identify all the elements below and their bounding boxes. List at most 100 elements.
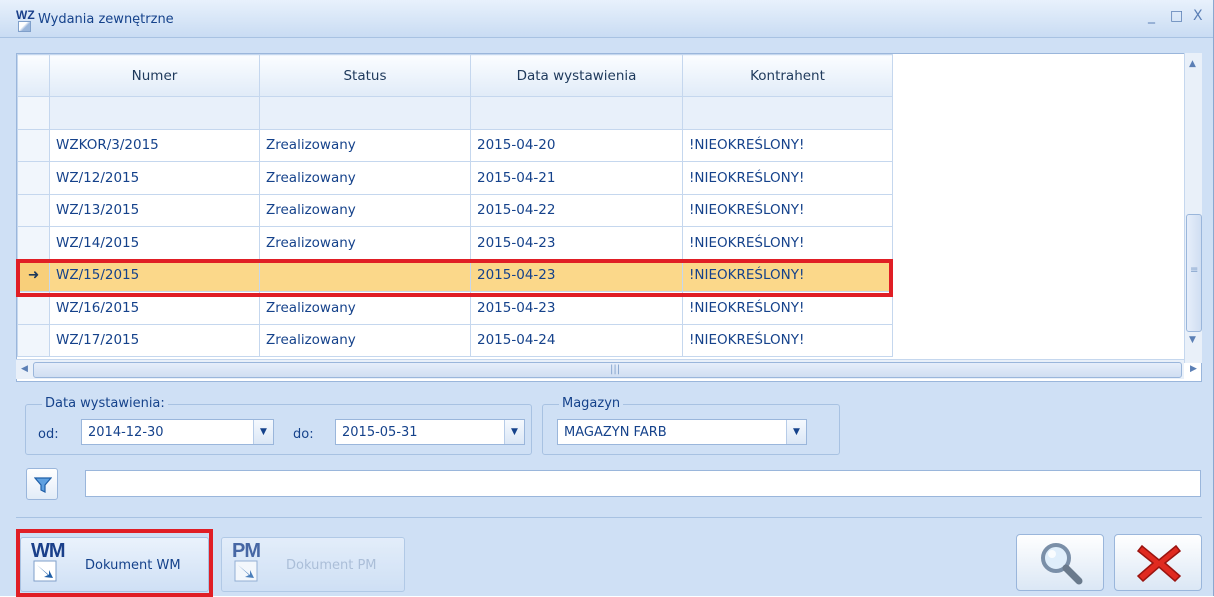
- chevron-down-icon[interactable]: ▼: [504, 420, 524, 444]
- cell-numer: WZKOR/3/2015: [49, 128, 260, 162]
- cell-data: 2015-04-24: [470, 323, 683, 357]
- vertical-scrollbar[interactable]: ▲ ≡ ▼: [1184, 53, 1202, 363]
- cell-numer: WZ/15/2015: [49, 258, 260, 292]
- funnel-icon: [34, 477, 52, 493]
- close-icon: [1136, 544, 1182, 583]
- cell-status: Zrealizowany: [259, 193, 471, 227]
- cell-numer: WZ/13/2015: [49, 193, 260, 227]
- cell-status: Zrealizowany: [259, 226, 471, 260]
- row-indicator: [17, 193, 50, 227]
- search-input[interactable]: [85, 470, 1201, 497]
- table-row[interactable]: WZ/16/2015 Zrealizowany 2015-04-23 !NIEO…: [17, 291, 893, 325]
- date-to-value: 2015-05-31: [342, 425, 418, 440]
- warehouse-value: MAGAZYN FARB: [564, 425, 667, 440]
- arrow-down-right-icon: [234, 560, 258, 582]
- close-icon[interactable]: X: [1193, 8, 1203, 24]
- cell-kontrahent: !NIEOKREŚLONY!: [682, 128, 893, 162]
- scroll-down-icon[interactable]: ▼: [1189, 335, 1196, 345]
- cell-kontrahent: !NIEOKREŚLONY!: [682, 226, 893, 260]
- cell-kontrahent: !NIEOKREŚLONY!: [682, 323, 893, 357]
- window-title: Wydania zewnętrzne: [38, 12, 174, 27]
- cancel-button[interactable]: [1114, 534, 1202, 591]
- document-pm-label: Dokument PM: [286, 558, 377, 573]
- cell-numer: WZ/17/2015: [49, 323, 260, 357]
- date-to-combo[interactable]: 2015-05-31 ▼: [335, 419, 525, 445]
- cell-data: 2015-04-23: [470, 226, 683, 260]
- scroll-right-icon[interactable]: ▶: [1190, 364, 1197, 374]
- column-header-status[interactable]: Status: [259, 54, 471, 97]
- cell-kontrahent: !NIEOKREŚLONY!: [682, 193, 893, 227]
- vertical-scroll-thumb[interactable]: ≡: [1186, 214, 1202, 332]
- chevron-down-icon[interactable]: ▼: [786, 420, 806, 444]
- cell-kontrahent: !NIEOKREŚLONY!: [682, 258, 893, 292]
- cell-data: 2015-04-23: [470, 291, 683, 325]
- minimize-icon[interactable]: _: [1148, 8, 1155, 24]
- row-indicator: [17, 96, 50, 130]
- chevron-down-icon[interactable]: ▼: [253, 420, 273, 444]
- cell-status: [259, 258, 471, 292]
- divider: [16, 517, 1202, 518]
- warehouse-combo[interactable]: MAGAZYN FARB ▼: [557, 419, 807, 445]
- from-label: od:: [38, 427, 59, 442]
- table-row[interactable]: WZ/17/2015 Zrealizowany 2015-04-24 !NIEO…: [17, 323, 893, 357]
- row-indicator: [17, 323, 50, 357]
- row-indicator: [17, 291, 50, 325]
- cell-status: Zrealizowany: [259, 161, 471, 195]
- horizontal-scrollbar[interactable]: ◀ ||| ▶: [16, 359, 1197, 379]
- maximize-icon[interactable]: □: [1170, 8, 1183, 24]
- row-indicator: [17, 128, 50, 162]
- row-indicator: [17, 161, 50, 195]
- auto-filter-row[interactable]: [17, 96, 893, 130]
- table-row[interactable]: WZ/13/2015 Zrealizowany 2015-04-22 !NIEO…: [17, 193, 893, 227]
- arrow-down-right-icon: [33, 560, 57, 582]
- row-indicator: [17, 226, 50, 260]
- filter-button[interactable]: [26, 468, 58, 500]
- title-bar: WZ Wydania zewnętrzne _ □ X: [0, 0, 1213, 38]
- column-header-numer[interactable]: Numer: [49, 54, 260, 97]
- horizontal-scroll-thumb[interactable]: |||: [33, 362, 1182, 378]
- table-row[interactable]: WZKOR/3/2015 Zrealizowany 2015-04-20 !NI…: [17, 128, 893, 162]
- date-from-value: 2014-12-30: [88, 425, 164, 440]
- cell-status: Zrealizowany: [259, 323, 471, 357]
- cell-numer: WZ/14/2015: [49, 226, 260, 260]
- column-header-data[interactable]: Data wystawienia: [470, 54, 683, 97]
- grip-icon: ≡: [1190, 265, 1199, 276]
- document-wm-button[interactable]: WM Dokument WM: [20, 537, 209, 592]
- date-from-combo[interactable]: 2014-12-30 ▼: [81, 419, 274, 445]
- table-row[interactable]: WZ/12/2015 Zrealizowany 2015-04-21 !NIEO…: [17, 161, 893, 195]
- scroll-left-icon[interactable]: ◀: [21, 364, 28, 374]
- documents-grid: Numer Status Data wystawienia Kontrahent…: [16, 53, 1202, 382]
- document-pm-button[interactable]: PM Dokument PM: [221, 537, 405, 592]
- cell-numer: WZ/12/2015: [49, 161, 260, 195]
- wz-app-icon: WZ: [16, 8, 35, 32]
- date-group-label: Data wystawienia:: [42, 396, 168, 411]
- scroll-up-icon[interactable]: ▲: [1189, 59, 1196, 69]
- column-header-kontrahent[interactable]: Kontrahent: [682, 54, 893, 97]
- indicator-header: [17, 54, 50, 97]
- preview-button[interactable]: [1016, 534, 1104, 591]
- cell-data: 2015-04-21: [470, 161, 683, 195]
- grip-icon: |||: [610, 364, 621, 375]
- filter-cell-numer[interactable]: [49, 96, 260, 130]
- cell-data: 2015-04-22: [470, 193, 683, 227]
- magnifier-icon: [1041, 543, 1083, 585]
- table-row[interactable]: WZ/14/2015 Zrealizowany 2015-04-23 !NIEO…: [17, 226, 893, 260]
- cell-status: Zrealizowany: [259, 291, 471, 325]
- selected-table-row[interactable]: ➜ WZ/15/2015 2015-04-23 !NIEOKREŚLONY!: [17, 258, 893, 292]
- cell-numer: WZ/16/2015: [49, 291, 260, 325]
- window: WZ Wydania zewnętrzne _ □ X Numer Status…: [0, 0, 1214, 597]
- warehouse-group-label: Magazyn: [559, 396, 624, 411]
- to-label: do:: [293, 427, 314, 442]
- header-row: Numer Status Data wystawienia Kontrahent: [17, 54, 893, 97]
- documents-table: Numer Status Data wystawienia Kontrahent…: [17, 54, 893, 357]
- row-pointer-icon: ➜: [17, 258, 50, 292]
- cell-data: 2015-04-20: [470, 128, 683, 162]
- document-wm-label: Dokument WM: [85, 558, 181, 573]
- cell-status: Zrealizowany: [259, 128, 471, 162]
- filter-cell-data[interactable]: [470, 96, 683, 130]
- filter-cell-status[interactable]: [259, 96, 471, 130]
- filter-cell-kontrahent[interactable]: [682, 96, 893, 130]
- cell-data: 2015-04-23: [470, 258, 683, 292]
- cell-kontrahent: !NIEOKREŚLONY!: [682, 291, 893, 325]
- cell-kontrahent: !NIEOKREŚLONY!: [682, 161, 893, 195]
